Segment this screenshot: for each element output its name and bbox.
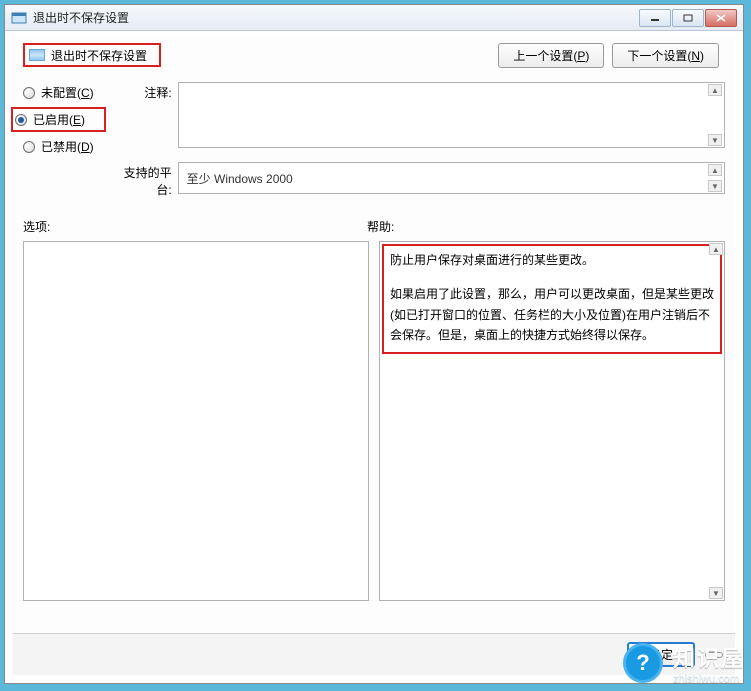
- policy-name-label: 退出时不保存设置: [51, 47, 147, 64]
- radio-disabled[interactable]: 已禁用(D): [23, 138, 94, 155]
- radio-group: 未配置(C) 已启用(E) 已禁用(D): [23, 82, 94, 198]
- radio-circle-icon: [23, 141, 35, 153]
- help-text[interactable]: 防止用户保存对桌面进行的某些更改。 如果启用了此设置，那么，用户可以更改桌面，但…: [380, 242, 724, 600]
- policy-item-icon: [29, 49, 45, 61]
- close-button[interactable]: [705, 9, 737, 27]
- panels: 防止用户保存对桌面进行的某些更改。 如果启用了此设置，那么，用户可以更改桌面，但…: [13, 241, 735, 601]
- brand-name-cn: 知识屋: [673, 641, 745, 673]
- options-panel: [23, 241, 369, 601]
- help-heading: 帮助:: [367, 218, 725, 235]
- supported-label: 支持的平台:: [116, 162, 172, 198]
- radio-enabled[interactable]: 已启用(E): [11, 107, 106, 132]
- maximize-icon: [683, 14, 693, 22]
- config-area: 未配置(C) 已启用(E) 已禁用(D) 注释: ▲ ▼: [13, 68, 735, 198]
- mid-headings: 选项: 帮助:: [13, 198, 735, 241]
- dialog-window: 退出时不保存设置 退出时不保存设置 上一个设置(P): [4, 4, 744, 684]
- supported-box: 至少 Windows 2000 ▲ ▼: [178, 162, 725, 194]
- radio-label: 已禁用(D): [41, 138, 94, 155]
- comment-textarea[interactable]: ▲ ▼: [178, 82, 725, 148]
- policy-icon: [11, 10, 27, 26]
- policy-name-box: 退出时不保存设置: [23, 43, 161, 67]
- brand-watermark: ? 知识屋 zhishiwu.com: [623, 641, 745, 685]
- right-stack: 注释: ▲ ▼ 支持的平台: 至少 Windows 2000 ▲ ▼: [116, 82, 725, 198]
- minimize-icon: [650, 14, 660, 22]
- supported-value: 至少 Windows 2000: [187, 170, 293, 187]
- help-paragraph: 防止用户保存对桌面进行的某些更改。: [390, 250, 714, 270]
- nav-buttons: 上一个设置(P) 下一个设置(N): [498, 43, 725, 68]
- scroll-up-icon[interactable]: ▲: [708, 164, 722, 176]
- close-icon: [716, 14, 726, 22]
- supported-row: 支持的平台: 至少 Windows 2000 ▲ ▼: [116, 162, 725, 198]
- radio-not-configured[interactable]: 未配置(C): [23, 84, 94, 101]
- options-heading: 选项:: [23, 218, 367, 235]
- radio-circle-icon: [23, 87, 35, 99]
- brand-name-en: zhishiwu.com: [673, 673, 745, 685]
- radio-circle-icon: [15, 114, 27, 126]
- window-title: 退出时不保存设置: [33, 9, 639, 26]
- scroll-down-icon[interactable]: ▼: [708, 134, 722, 146]
- comment-row: 注释: ▲ ▼: [116, 82, 725, 148]
- next-setting-button[interactable]: 下一个设置(N): [612, 43, 719, 68]
- radio-label: 未配置(C): [41, 84, 94, 101]
- maximize-button[interactable]: [672, 9, 704, 27]
- titlebar: 退出时不保存设置: [5, 5, 743, 31]
- minimize-button[interactable]: [639, 9, 671, 27]
- brand-text: 知识屋 zhishiwu.com: [673, 641, 745, 685]
- brand-badge-icon: ?: [623, 643, 663, 683]
- radio-label: 已启用(E): [33, 111, 85, 128]
- window-controls: [639, 9, 737, 27]
- dialog-body: 退出时不保存设置 上一个设置(P) 下一个设置(N) 未配置(C) 已启: [13, 35, 735, 675]
- prev-setting-button[interactable]: 上一个设置(P): [498, 43, 604, 68]
- scroll-down-icon[interactable]: ▼: [709, 587, 723, 599]
- help-paragraph: 如果启用了此设置，那么，用户可以更改桌面，但是某些更改(如已打开窗口的位置、任务…: [390, 284, 714, 345]
- scroll-up-icon[interactable]: ▲: [708, 84, 722, 96]
- top-row: 退出时不保存设置 上一个设置(P) 下一个设置(N): [13, 35, 735, 68]
- scroll-up-icon[interactable]: ▲: [709, 243, 723, 255]
- help-panel: 防止用户保存对桌面进行的某些更改。 如果启用了此设置，那么，用户可以更改桌面，但…: [379, 241, 725, 601]
- comment-label: 注释:: [116, 82, 172, 101]
- scroll-down-icon[interactable]: ▼: [708, 180, 722, 192]
